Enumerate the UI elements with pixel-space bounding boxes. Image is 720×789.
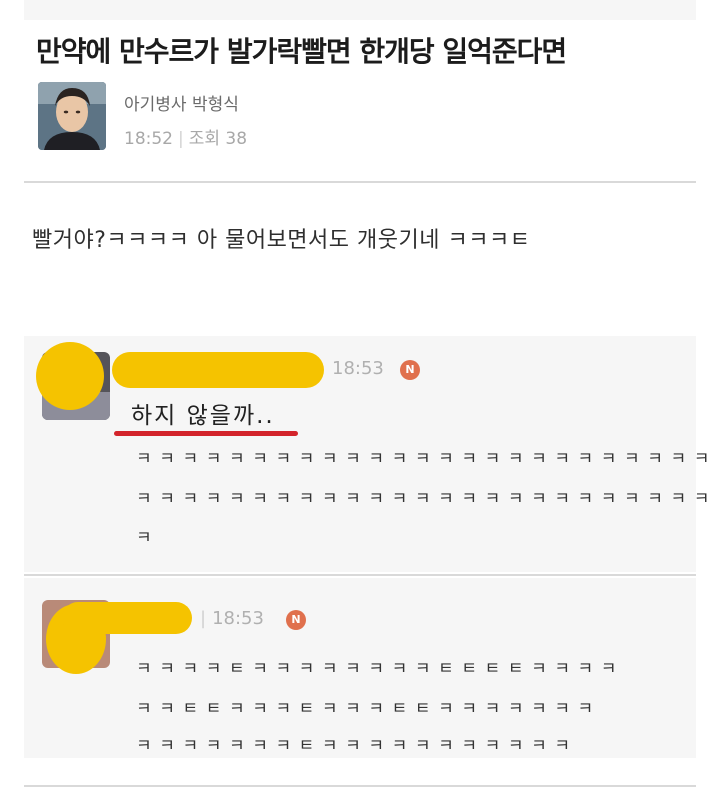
post-meta: 18:52 | 조회 38 [124,124,247,149]
author-avatar[interactable] [38,82,106,150]
comment-time: 18:53 [332,358,384,379]
view-count: 조회 38 [188,129,248,149]
post-body: 빨거야?ㅋㅋㅋㅋ 아 물어보면서도 개웃기네 ㅋㅋㅋㅌ [32,228,531,253]
redaction-username-pill [62,602,192,634]
author-name[interactable]: 아기병사 박형식 [124,90,239,115]
header-divider [24,181,696,183]
comment-text-line: ㅋㅋㅋㅋㅋㅋㅋㅌㅋㅋㅋㅋㅋㅋㅋㅋㅋㅋㅋ [136,736,578,756]
bottom-divider [24,785,696,787]
redaction-username-pill [112,352,324,388]
meta-separator: | [178,129,184,149]
redaction-avatar-blob [36,342,104,410]
comment-time-value: 18:53 [212,608,264,629]
comment-divider [24,574,696,576]
comment-text-line: ㅋㅋㅋㅋㅋㅋㅋㅋㅋㅋㅋㅋㅋㅋㅋㅋㅋㅋㅋㅋㅋㅋㅋㅋㅋ [136,489,717,509]
comment-text-line: ㅋㅋㅋㅋㅋㅋㅋㅋㅋㅋㅋㅋㅋㅋㅋㅋㅋㅋㅋㅋㅋㅋㅋㅋㅋ [136,449,717,469]
author-photo [38,82,106,150]
post-time: 18:52 [124,129,173,149]
post-title: 만약에 만수르가 발가락빨면 한개당 일억준다면 [36,35,567,68]
red-underline [114,431,298,436]
new-badge: N [400,360,420,380]
top-strip [24,0,696,20]
time-separator: | [200,608,207,629]
comment-text-line: ㅋㅋㅌㅌㅋㅋㅋㅌㅋㅋㅋㅌㅌㅋㅋㅋㅋㅋㅋㅋ [136,699,601,719]
comment-text-line: 하지 않을까.. [131,403,275,429]
comment-time: | 18:53 [200,608,264,629]
comment-text-line: ㅋㅋㅋㅋㅌㅋㅋㅋㅋㅋㅋㅋㅋㅌㅌㅌㅌㅋㅋㅋㅋ [136,659,625,679]
new-badge: N [286,610,306,630]
comment-text-line: ㅋ [136,528,160,548]
